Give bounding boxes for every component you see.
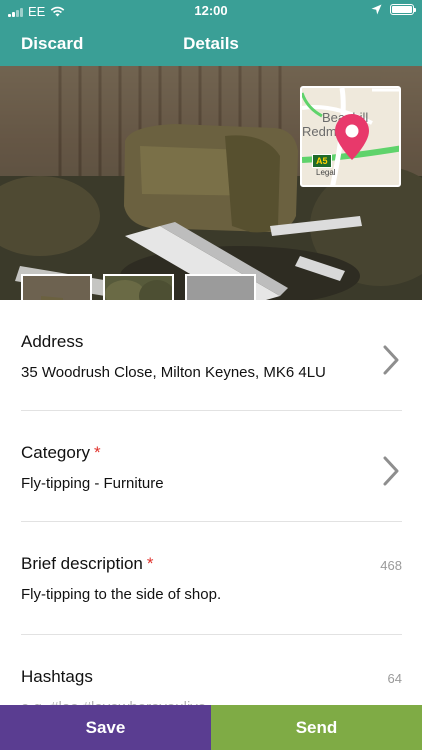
category-value: Fly-tipping - Furniture xyxy=(21,475,164,492)
battery-icon xyxy=(390,4,416,15)
report-photo: Beanhill Redmoor A5 Legal xyxy=(0,66,422,300)
required-mark: * xyxy=(146,554,154,573)
required-mark: * xyxy=(93,443,101,462)
map-road-label: A5 xyxy=(312,154,332,168)
address-row[interactable]: Address 35 Woodrush Close, Milton Keynes… xyxy=(21,332,402,381)
hashtags-char-count: 64 xyxy=(387,671,402,686)
address-value: 35 Woodrush Close, Milton Keynes, MK6 4L… xyxy=(21,364,326,381)
divider xyxy=(21,521,402,522)
page-title: Details xyxy=(183,34,239,53)
plus-icon: + xyxy=(211,293,231,301)
photo-thumbnail-image xyxy=(105,276,172,300)
status-time: 12:00 xyxy=(194,3,228,18)
description-field[interactable]: Brief description * 468 Fly-tipping to th… xyxy=(21,554,402,603)
map-legal-link[interactable]: Legal xyxy=(316,168,336,177)
category-label: Category * xyxy=(21,443,402,463)
add-photo-button[interactable]: + xyxy=(185,274,256,300)
hashtags-label: Hashtags xyxy=(21,667,93,686)
photo-thumbnail[interactable] xyxy=(21,274,92,300)
chevron-right-icon xyxy=(383,456,399,486)
divider xyxy=(21,634,402,635)
nav-bar: Discard Details xyxy=(0,22,422,66)
map-pin-icon xyxy=(335,114,369,160)
save-button[interactable]: Save xyxy=(0,705,211,750)
photo-thumbnail[interactable] xyxy=(103,274,174,300)
send-button[interactable]: Send xyxy=(211,705,422,750)
address-label: Address xyxy=(21,332,84,351)
status-right xyxy=(371,4,416,15)
description-char-count: 468 xyxy=(380,558,402,573)
category-label-text: Category xyxy=(21,443,90,462)
status-bar: EE 12:00 xyxy=(0,0,422,22)
chevron-right-icon xyxy=(383,345,399,375)
description-label: Brief description * xyxy=(21,554,402,574)
photo-thumbnail-image xyxy=(23,276,90,300)
divider xyxy=(21,410,402,411)
photo-thumbnails: + xyxy=(21,274,256,300)
map-thumbnail[interactable]: Beanhill Redmoor A5 Legal xyxy=(300,86,401,187)
description-label-text: Brief description xyxy=(21,554,143,573)
description-value[interactable]: Fly-tipping to the side of shop. xyxy=(21,586,402,603)
category-row[interactable]: Category * Fly-tipping - Furniture xyxy=(21,443,402,492)
location-arrow-icon xyxy=(371,4,382,15)
